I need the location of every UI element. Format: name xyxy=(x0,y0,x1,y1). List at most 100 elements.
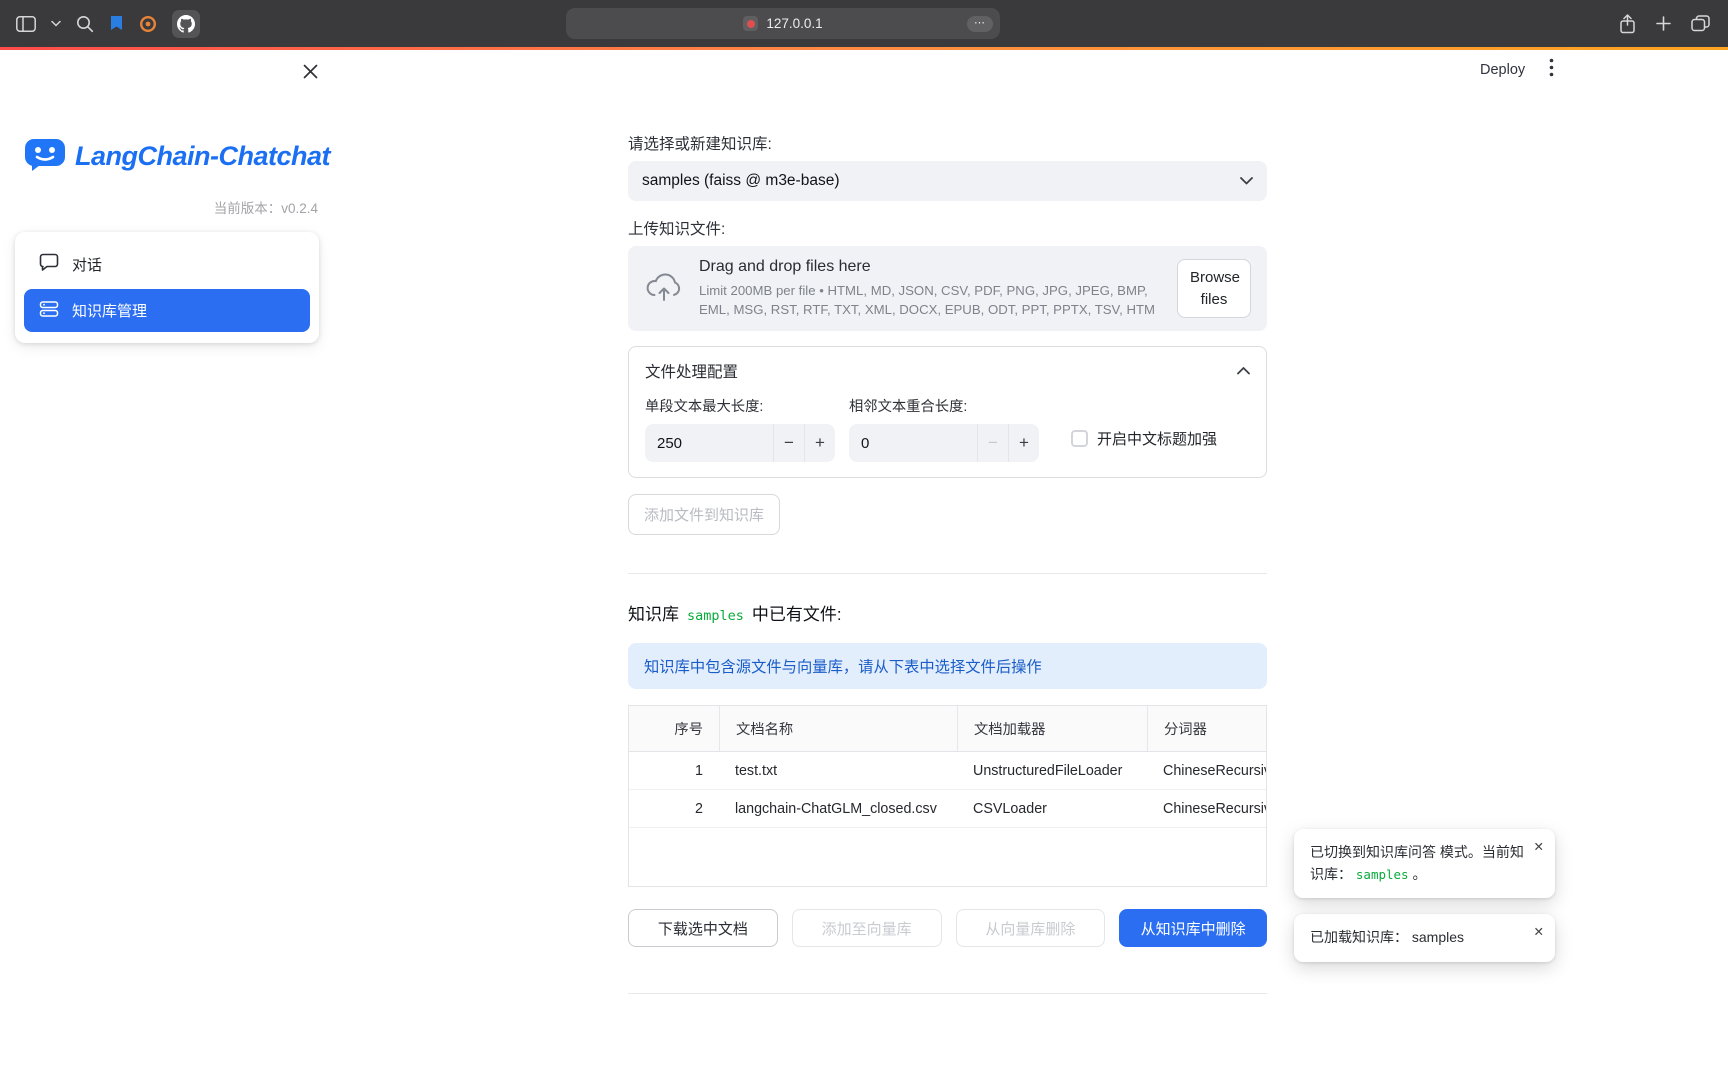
sidebar-item-knowledge-base[interactable]: 知识库管理 xyxy=(24,289,310,332)
app-logo: LangChain-Chatchat xyxy=(24,136,330,177)
deploy-button[interactable]: Deploy xyxy=(1480,62,1525,78)
logo-text: LangChain-Chatchat xyxy=(75,141,330,172)
kb-files-heading: 知识库 samples 中已有文件: xyxy=(628,600,1267,625)
extension-bookmark-icon[interactable] xyxy=(109,15,124,32)
expander-body: 单段文本最大长度: 250 − + 相邻文本重合长度: 0 − + 开启中文标题… xyxy=(629,392,1266,477)
toast-mode-switched: 已切换到知识库问答 模式。当前知识库： samples 。 ✕ xyxy=(1294,829,1555,898)
heading-suffix: 中已有文件: xyxy=(752,600,842,625)
cell-loader: UnstructuredFileLoader xyxy=(957,752,1147,789)
table-header[interactable]: 文档加载器 xyxy=(957,706,1147,751)
expander-header[interactable]: 文件处理配置 xyxy=(629,347,1266,392)
cell-splitter: ChineseRecursive xyxy=(1147,752,1266,789)
knowledge-base-icon xyxy=(39,300,59,322)
divider xyxy=(628,573,1267,574)
add-files-button[interactable]: 添加文件到知识库 xyxy=(628,494,780,535)
kb-selectbox-value: samples (faiss @ m3e-base) xyxy=(642,172,1240,190)
uploader-texts: Drag and drop files here Limit 200MB per… xyxy=(699,258,1162,319)
toolbar-right xyxy=(1619,0,1710,47)
chat-bubble-icon xyxy=(39,253,59,276)
url-more-icon[interactable]: ⋯ xyxy=(967,15,993,31)
zh-title-enhance-checkbox[interactable]: 开启中文标题加强 xyxy=(1071,428,1217,449)
kb-files-table: 序号 文档名称 文档加载器 分词器 1 test.txt Unstructure… xyxy=(628,705,1267,887)
cell-loader: CSVLoader xyxy=(957,790,1147,827)
table-empty-area xyxy=(629,828,1266,886)
increment-button[interactable]: + xyxy=(1008,424,1039,462)
cell-doc-name: langchain-ChatGLM_closed.csv xyxy=(719,790,957,827)
sidebar-toggle-icon[interactable] xyxy=(16,16,36,32)
toast-kb-loaded: 已加载知识库： samples ✕ xyxy=(1294,914,1555,962)
sidebar-item-label: 对话 xyxy=(72,254,102,275)
uploader-title: Drag and drop files here xyxy=(699,258,1162,276)
chevron-up-icon xyxy=(1237,362,1250,380)
add-to-vectorstore-button[interactable]: 添加至向量库 xyxy=(792,909,942,947)
app-header-actions: Deploy xyxy=(1480,58,1554,81)
sidebar-item-chat[interactable]: 对话 xyxy=(24,243,310,286)
toolbar-left xyxy=(16,0,200,47)
table-header[interactable]: 文档名称 xyxy=(719,706,957,751)
overlap-size-input[interactable]: 0 − + xyxy=(849,424,1039,462)
tab-overview-icon[interactable] xyxy=(1691,15,1710,32)
toast-close-icon[interactable]: ✕ xyxy=(1534,838,1544,857)
delete-from-kb-button[interactable]: 从知识库中删除 xyxy=(1119,909,1267,947)
checkbox-box[interactable] xyxy=(1071,430,1088,447)
sidebar-menu: 对话 知识库管理 xyxy=(15,232,319,343)
url-bar[interactable]: 127.0.0.1 ⋯ xyxy=(566,8,1000,39)
overlap-size-group: 相邻文本重合长度: 0 − + xyxy=(849,395,1039,462)
heading-prefix: 知识库 xyxy=(628,600,679,625)
delete-from-vectorstore-button[interactable]: 从向量库删除 xyxy=(956,909,1106,947)
file-uploader-dropzone[interactable]: Drag and drop files here Limit 200MB per… xyxy=(628,246,1267,331)
file-config-expander: 文件处理配置 单段文本最大长度: 250 − + 相邻文本重合长度: 0 − + xyxy=(628,346,1267,478)
download-selected-button[interactable]: 下载选中文档 xyxy=(628,909,778,947)
toast-text: 已加载知识库： samples xyxy=(1310,929,1464,945)
toast-text: 。 xyxy=(1412,866,1426,882)
logo-icon xyxy=(24,136,66,177)
extension-record-icon[interactable] xyxy=(139,15,157,33)
sidebar-close-icon[interactable] xyxy=(300,61,320,81)
chunk-size-group: 单段文本最大长度: 250 − + xyxy=(645,395,835,462)
decrement-button[interactable]: − xyxy=(977,424,1008,462)
divider xyxy=(628,993,1267,994)
chunk-size-value[interactable]: 250 xyxy=(645,424,773,462)
table-header[interactable]: 分词器 xyxy=(1147,706,1266,751)
chunk-size-label: 单段文本最大长度: xyxy=(645,395,835,416)
kebab-menu-icon[interactable] xyxy=(1549,58,1554,81)
cell-index: 1 xyxy=(629,752,719,789)
search-icon[interactable] xyxy=(76,15,94,33)
kb-selectbox[interactable]: samples (faiss @ m3e-base) xyxy=(628,161,1267,201)
kb-select-label: 请选择或新建知识库: xyxy=(628,132,1267,154)
increment-button[interactable]: + xyxy=(804,424,835,462)
cell-splitter: ChineseRecursive xyxy=(1147,790,1266,827)
new-tab-icon[interactable] xyxy=(1656,16,1671,31)
upload-label: 上传知识文件: xyxy=(628,217,1267,239)
site-favicon xyxy=(743,16,758,31)
kb-name-code: samples xyxy=(1356,867,1409,882)
sidebar-item-label: 知识库管理 xyxy=(72,300,147,321)
table-actions: 下载选中文档 添加至向量库 从向量库删除 从知识库中删除 xyxy=(628,909,1267,947)
cell-index: 2 xyxy=(629,790,719,827)
table-header[interactable]: 序号 xyxy=(629,706,719,751)
table-row[interactable]: 2 langchain-ChatGLM_closed.csv CSVLoader… xyxy=(629,790,1266,828)
github-icon[interactable] xyxy=(172,10,200,38)
toast-close-icon[interactable]: ✕ xyxy=(1534,923,1544,942)
overlap-size-label: 相邻文本重合长度: xyxy=(849,395,1039,416)
browser-chrome: 127.0.0.1 ⋯ xyxy=(0,0,1728,47)
decrement-button[interactable]: − xyxy=(773,424,804,462)
checkbox-label: 开启中文标题加强 xyxy=(1097,428,1217,449)
uploader-limit: Limit 200MB per file • HTML, MD, JSON, C… xyxy=(699,281,1162,319)
chunk-size-input[interactable]: 250 − + xyxy=(645,424,835,462)
url-text: 127.0.0.1 xyxy=(766,16,822,31)
expander-title: 文件处理配置 xyxy=(645,360,738,382)
cloud-upload-icon xyxy=(644,270,684,307)
chevron-down-icon[interactable] xyxy=(51,20,61,27)
kb-name-code: samples xyxy=(687,608,744,624)
browse-files-button[interactable]: Browse files xyxy=(1177,259,1251,319)
version-label: 当前版本：v0.2.4 xyxy=(214,197,318,217)
main-content: 请选择或新建知识库: samples (faiss @ m3e-base) 上传… xyxy=(628,132,1267,994)
cell-doc-name: test.txt xyxy=(719,752,957,789)
overlap-size-value[interactable]: 0 xyxy=(849,424,977,462)
table-header-row: 序号 文档名称 文档加载器 分词器 xyxy=(629,706,1266,752)
share-icon[interactable] xyxy=(1619,14,1636,34)
sidebar: LangChain-Chatchat 当前版本：v0.2.4 对话 知识库管理 xyxy=(0,50,334,1080)
table-row[interactable]: 1 test.txt UnstructuredFileLoader Chines… xyxy=(629,752,1266,790)
select-chevron-down-icon xyxy=(1240,172,1253,190)
